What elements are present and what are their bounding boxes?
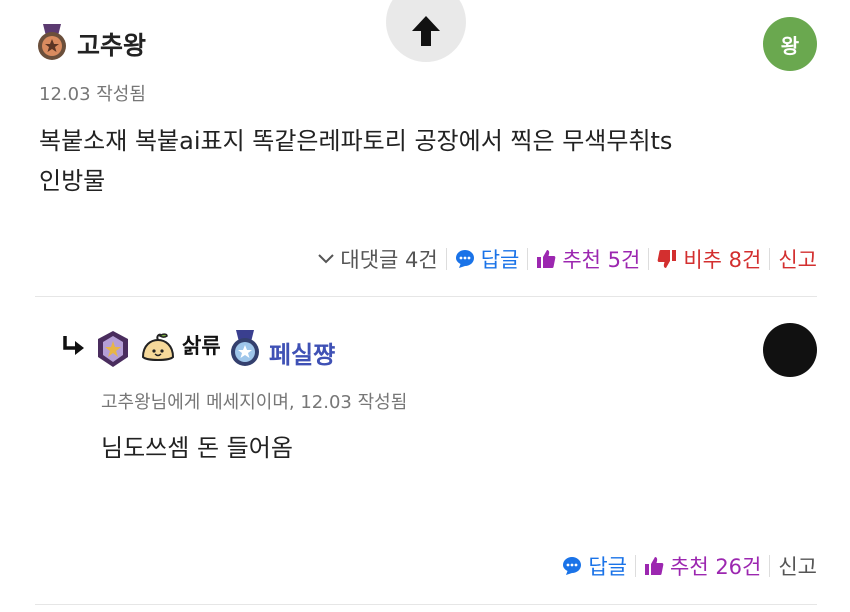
reply-label: 답글	[588, 555, 627, 579]
avatar-letter: 왕	[780, 33, 800, 58]
divider	[445, 248, 447, 270]
upvote-button[interactable]: 추천 5건	[536, 244, 640, 274]
upvote-button[interactable]: 추천 26건	[644, 551, 761, 581]
divider	[635, 555, 636, 577]
comment-body-line: 복붙소재 복붙ai표지 똑같은레파토리 공장에서 찍은 무색무취ts	[39, 127, 673, 155]
reply-author[interactable]: 페실쨩	[269, 335, 335, 370]
scroll-top-button[interactable]	[386, 0, 466, 62]
thumbs-up-icon	[645, 557, 664, 575]
reply-button[interactable]: 답글	[455, 244, 520, 274]
reply-actions: 답글 추천 26건 신고	[562, 551, 817, 581]
reply-body: 님도쓰셈 돈 들어옴	[101, 434, 293, 462]
purple-medal-icon	[96, 330, 130, 368]
arrow-up-icon	[412, 16, 440, 46]
reply-button[interactable]: 답글	[562, 551, 627, 581]
upvote-label: 추천 5건	[562, 248, 641, 272]
blue-medal-icon	[229, 330, 261, 368]
divider	[769, 555, 771, 577]
divider	[648, 248, 650, 270]
divider	[527, 248, 529, 270]
dumpling-icon	[141, 333, 175, 367]
divider	[769, 248, 771, 270]
reply-arrow-icon	[62, 336, 86, 362]
chat-bubble-icon	[563, 557, 582, 575]
downvote-button[interactable]: 비추 8건	[657, 244, 761, 274]
reply-avatar[interactable]	[763, 323, 817, 377]
comment-body: 복붙소재 복붙ai표지 똑같은레파토리 공장에서 찍은 무색무취ts 인방물	[39, 121, 819, 201]
chat-bubble-icon	[455, 250, 474, 268]
downvote-label: 비추 8건	[683, 248, 762, 272]
report-label: 신고	[778, 248, 817, 272]
comment-timestamp: 12.03 작성됨	[39, 84, 146, 105]
thumbs-up-icon	[537, 250, 556, 268]
badge-text: 삵류	[182, 334, 221, 358]
report-button[interactable]: 신고	[778, 244, 817, 274]
thumbs-down-icon	[658, 250, 677, 268]
avatar[interactable]: 왕	[763, 17, 817, 71]
subreplies-label: 대댓글 4건	[340, 248, 438, 272]
bronze-medal-icon	[36, 24, 68, 62]
divider	[35, 604, 817, 605]
comment-author[interactable]: 고추왕	[77, 26, 146, 62]
upvote-label: 추천 26건	[670, 555, 762, 579]
comment-body-line: 인방물	[39, 167, 106, 195]
report-button[interactable]: 신고	[778, 551, 817, 581]
report-label: 신고	[778, 555, 817, 579]
reply-meta: 고추왕님에게 메세지이며, 12.03 작성됨	[101, 392, 408, 413]
subreplies-toggle[interactable]: 대댓글 4건	[318, 244, 438, 274]
comment-actions: 대댓글 4건 답글 추천 5건 비추 8건 신고	[318, 244, 817, 274]
reply-label: 답글	[480, 248, 520, 272]
chevron-down-icon	[318, 254, 335, 264]
divider	[35, 296, 817, 297]
